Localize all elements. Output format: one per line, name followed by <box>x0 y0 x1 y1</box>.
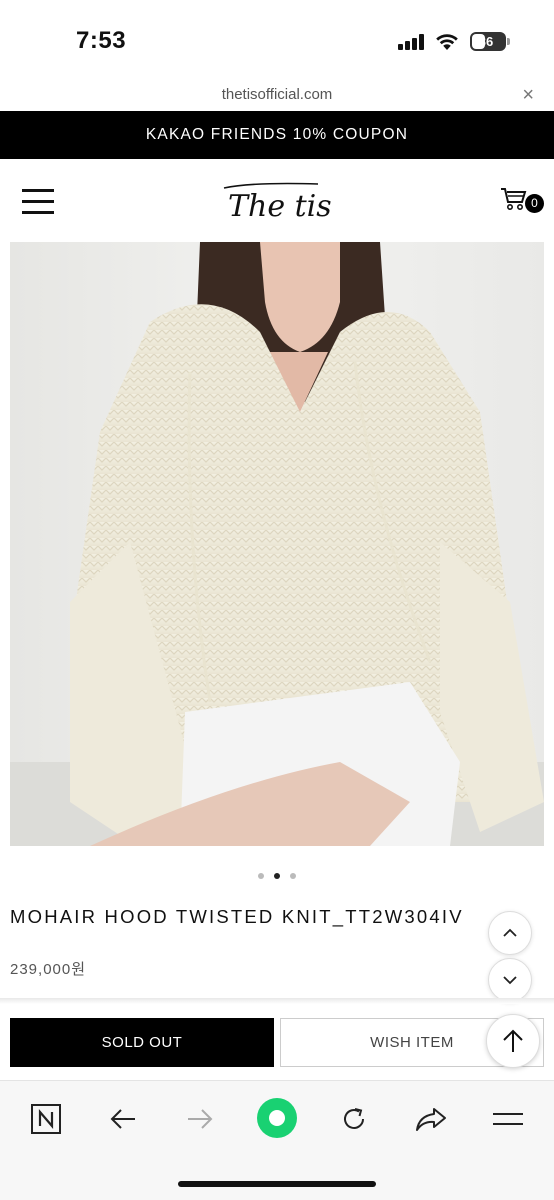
product-price: 239,000원 <box>10 961 87 978</box>
battery-level: 36 <box>478 34 494 49</box>
battery-tip <box>507 38 510 45</box>
close-icon[interactable]: × <box>522 84 534 107</box>
url-bar[interactable]: thetisofficial.com × <box>0 80 554 110</box>
menu-icon <box>493 1113 523 1125</box>
share-button[interactable] <box>411 1099 451 1139</box>
naver-home-button[interactable] <box>26 1099 66 1139</box>
green-dot-icon <box>257 1098 297 1138</box>
chevron-down-icon <box>503 976 517 985</box>
product-photo <box>10 242 544 846</box>
forward-icon <box>188 1109 213 1129</box>
status-bar: 7:53 36 <box>0 0 554 80</box>
scroll-down-button[interactable] <box>488 958 532 1002</box>
sold-out-button[interactable]: SOLD OUT <box>10 1018 274 1067</box>
product-title: MOHAIR HOOD TWISTED KNIT_TT2W304IV <box>10 906 464 927</box>
product-image[interactable] <box>10 242 544 846</box>
hamburger-menu-icon[interactable] <box>22 189 54 215</box>
promo-banner[interactable]: KAKAO FRIENDS 10% COUPON <box>0 111 554 159</box>
cart-button[interactable]: 0 <box>500 186 546 216</box>
menu-button[interactable] <box>488 1099 528 1139</box>
naver-n-icon <box>31 1104 61 1134</box>
carousel-dots <box>0 866 554 884</box>
cart-icon <box>501 188 527 210</box>
back-icon <box>110 1109 135 1129</box>
back-button[interactable] <box>103 1099 143 1139</box>
divider <box>0 998 554 1004</box>
forward-button[interactable] <box>180 1099 220 1139</box>
scroll-to-top-button[interactable] <box>486 1014 540 1068</box>
refresh-icon <box>344 1108 364 1129</box>
status-time: 7:53 <box>76 27 127 54</box>
carousel-dot-active[interactable] <box>274 873 280 879</box>
brand-logo-text: The tis <box>228 189 332 224</box>
refresh-button[interactable] <box>334 1099 374 1139</box>
url-text[interactable]: thetisofficial.com <box>0 86 554 103</box>
share-icon <box>416 1108 446 1131</box>
chevron-up-icon <box>503 928 517 937</box>
carousel-dot[interactable] <box>290 873 296 879</box>
battery-icon: 36 <box>470 32 506 51</box>
cart-count-badge: 0 <box>525 194 544 213</box>
arrow-up-icon <box>503 1029 523 1052</box>
home-indicator[interactable] <box>178 1181 376 1187</box>
green-action-button[interactable] <box>256 1097 298 1139</box>
wifi-icon <box>436 34 458 50</box>
carousel-dot[interactable] <box>258 873 264 879</box>
cellular-signal-icon <box>398 34 424 50</box>
brand-logo[interactable]: The tis <box>222 176 332 228</box>
site-header: The tis 0 <box>0 160 554 242</box>
scroll-up-button[interactable] <box>488 911 532 955</box>
